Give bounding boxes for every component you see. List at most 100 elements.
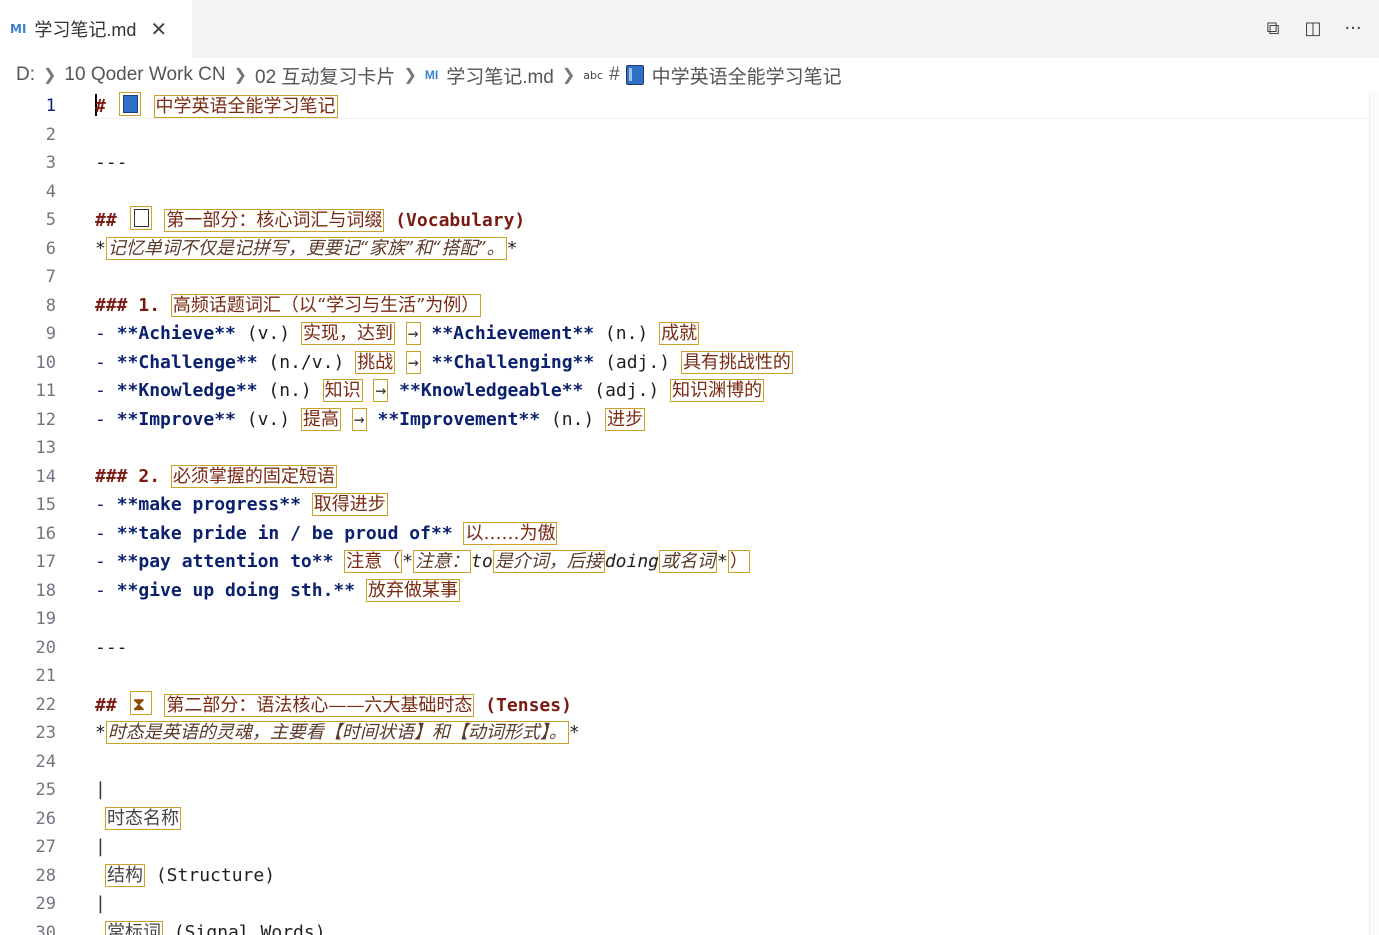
italic-text: 或名词	[659, 550, 717, 573]
breadcrumb-folder-2[interactable]: 02 互动复习卡片	[255, 62, 395, 89]
tab-study-notes[interactable]: MI 学习笔记.md ✕	[0, 0, 192, 58]
italic-marker: *	[95, 237, 106, 259]
code-line[interactable]: 20 ---	[0, 634, 1370, 662]
code-line[interactable]: 13	[0, 434, 1370, 462]
table-pipe: |	[95, 779, 106, 800]
line-number: 29	[35, 894, 56, 914]
line-number: 7	[45, 267, 56, 287]
code-line[interactable]: 10 - **Challenge** (n./v.) 挑战 → **Challe…	[0, 349, 1370, 377]
part-of-speech: (n.)	[604, 323, 649, 344]
line-number: 4	[45, 181, 56, 202]
code-line[interactable]: 28 结构 (Structure)	[0, 862, 1370, 890]
code-line[interactable]: 23 * 时态是英语的灵魂，主要看【时间状语】和【动词形式】。 *	[0, 719, 1370, 747]
heading-text: 必须掌握的固定短语	[170, 464, 337, 488]
markdown-icon: MI	[10, 22, 27, 36]
line-number: 16	[35, 523, 56, 544]
current-line-highlight	[95, 118, 1371, 119]
italic-word: doing	[604, 551, 659, 572]
breadcrumb: D: ❯ 10 Qoder Work CN ❯ 02 互动复习卡片 ❯ MI 学…	[0, 58, 1379, 92]
editor-actions: ⧉ ◫ ···	[1261, 14, 1365, 42]
breadcrumb-heading[interactable]: 中学英语全能学习笔记	[652, 62, 842, 89]
code-line[interactable]: 11 - **Knowledge** (n.) 知识 → **Knowledge…	[0, 377, 1370, 405]
bold-word: **Improvement**	[377, 408, 541, 430]
code-line[interactable]: 29 |	[0, 890, 1370, 918]
code-line[interactable]: 22 ## 第二部分：语法核心——六大基础时态 (Tenses)	[0, 690, 1370, 719]
line-number: 12	[35, 409, 56, 430]
code-line[interactable]: 27 |	[0, 833, 1370, 861]
italic-text: 时态是英语的灵魂，主要看【时间状语】和【动词形式】。	[105, 721, 569, 744]
breadcrumb-folder-1[interactable]: 10 Qoder Work CN	[64, 64, 225, 86]
table-pipe: |	[95, 836, 106, 857]
code-line[interactable]: 25 |	[0, 776, 1370, 804]
editor[interactable]: 1 # 中学英语全能学习笔记 2 3 --- 4 5 ## 第一部分：核心词汇与…	[0, 92, 1370, 935]
heading-marker: ##	[95, 210, 117, 231]
code-line[interactable]: 4	[0, 178, 1370, 206]
code-line[interactable]: 6 * 记忆单词不仅是记拼写，更要记“家族”和“搭配”。 *	[0, 235, 1370, 263]
bold-word: **Improve**	[116, 408, 236, 430]
code-line[interactable]: 14 ### 2. 必须掌握的固定短语	[0, 463, 1370, 491]
part-of-speech: (v.)	[246, 323, 291, 344]
chevron-right-icon: ❯	[403, 67, 417, 84]
italic-marker: *	[402, 551, 414, 572]
breadcrumb-drive[interactable]: D:	[16, 64, 35, 86]
list-marker: -	[95, 551, 106, 572]
code-line[interactable]: 19	[0, 605, 1370, 633]
line-number: 20	[35, 637, 56, 658]
line-number: 24	[35, 751, 56, 772]
code-line[interactable]: 1 # 中学英语全能学习笔记	[0, 92, 1370, 120]
line-number: 30	[35, 922, 56, 935]
list-marker: -	[95, 380, 106, 401]
code-line[interactable]: 30 常标词 (Signal Words)	[0, 919, 1370, 935]
list-marker: -	[95, 494, 106, 515]
heading-text: 第二部分：语法核心——六大基础时态	[164, 693, 475, 717]
open-changes-icon[interactable]: ⧉	[1261, 14, 1285, 42]
split-editor-icon[interactable]: ◫	[1301, 14, 1325, 42]
code-line[interactable]: 9 - **Achieve** (v.) 实现，达到 → **Achieveme…	[0, 320, 1370, 348]
meaning: 挑战	[355, 350, 396, 374]
arrow-icon: →	[351, 407, 367, 431]
chevron-right-icon: ❯	[233, 67, 248, 84]
code-line[interactable]: 2	[0, 121, 1370, 149]
code-line[interactable]: 24	[0, 748, 1370, 776]
horizontal-rule: ---	[95, 636, 128, 658]
book-icon	[625, 65, 644, 85]
arrow-icon: →	[405, 350, 421, 374]
breadcrumb-file[interactable]: 学习笔记.md	[446, 62, 554, 89]
vertical-scrollbar[interactable]	[1369, 92, 1379, 935]
meaning: 以……为傲	[463, 521, 558, 545]
bold-phrase: **pay attention to**	[116, 551, 334, 572]
heading-marker: ###	[95, 294, 128, 316]
code-line[interactable]: 12 - **Improve** (v.) 提高 → **Improvement…	[0, 406, 1370, 434]
table-pipe: |	[95, 893, 106, 914]
code-line[interactable]: 5 ## 第一部分：核心词汇与词缀 (Vocabulary)	[0, 206, 1370, 234]
code-line[interactable]: 21	[0, 662, 1370, 690]
more-actions-icon[interactable]: ···	[1341, 14, 1365, 42]
code-line[interactable]: 8 ### 1. 高频话题词汇（以“学习与生活”为例）	[0, 292, 1370, 320]
meaning: 注意（	[344, 550, 403, 573]
meaning: 知识	[322, 379, 363, 402]
code-line[interactable]: 7	[0, 263, 1370, 291]
code-line[interactable]: 16 - **take pride in / be proud of** 以………	[0, 520, 1370, 548]
tab-title: 学习笔记.md	[34, 20, 137, 40]
table-cell: 常标词	[105, 920, 163, 935]
heading-text: 第一部分：核心词汇与词缀	[164, 209, 385, 232]
close-icon[interactable]: ✕	[150, 17, 167, 41]
meaning: 实现，达到	[300, 322, 395, 345]
italic-marker: *	[95, 722, 106, 743]
line-number: 11	[35, 381, 56, 401]
code-line[interactable]: 17 - **pay attention to** 注意（ * 注意： to 是介词，后…	[0, 548, 1370, 576]
heading-marker: ##	[95, 694, 117, 716]
code-line[interactable]: 3 ---	[0, 149, 1370, 177]
code-line[interactable]: 26 时态名称	[0, 805, 1370, 833]
heading-marker: ###	[95, 465, 128, 487]
bold-word: **Achievement**	[431, 323, 595, 344]
code-line[interactable]: 15 - **make progress** 取得进步	[0, 491, 1370, 519]
line-number: 22	[35, 694, 56, 715]
bold-phrase: **give up doing sth.**	[116, 579, 356, 601]
line-number: 5	[45, 210, 56, 230]
list-marker: -	[95, 522, 106, 544]
line-number: 28	[35, 865, 56, 886]
bold-word: **Knowledge**	[116, 380, 258, 401]
code-line[interactable]: 18 - **give up doing sth.** 放弃做某事	[0, 577, 1370, 605]
part-of-speech: (n.)	[268, 380, 312, 401]
